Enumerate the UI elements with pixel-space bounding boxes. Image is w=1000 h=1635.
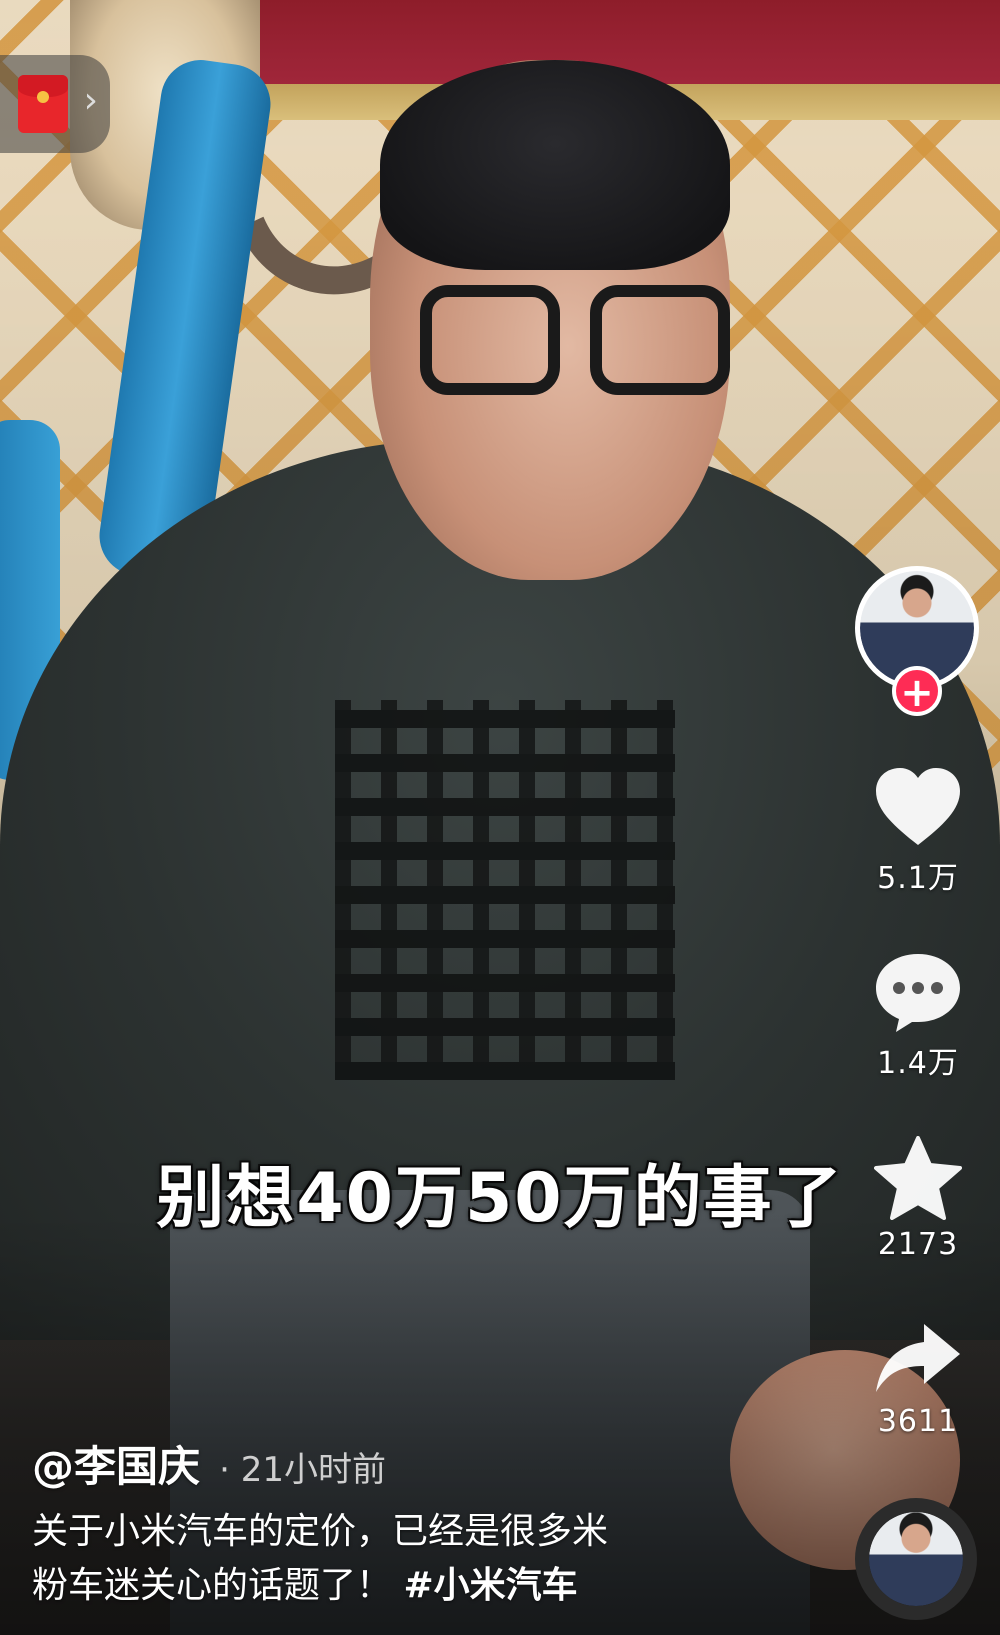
person-hair [380, 60, 730, 270]
glasses [420, 285, 740, 405]
share-arrow-icon [876, 1324, 960, 1392]
time-separator: · [219, 1450, 230, 1490]
chevron-right-icon: › [83, 80, 98, 121]
favorite-count: 2173 [877, 1227, 959, 1262]
author-handle[interactable]: @李国庆 [32, 1442, 200, 1491]
sweater-pattern [335, 700, 675, 1080]
description-line: 关于小米汽车的定价，已经是很多米 [32, 1511, 609, 1552]
author-info: @李国庆 · 21小时前 [32, 1433, 386, 1494]
video-subtitle: 别想40万50万的事了 [156, 1159, 844, 1238]
follow-button[interactable]: + [892, 666, 942, 716]
share-button[interactable]: 3611 [868, 1320, 968, 1439]
star-icon [874, 1136, 962, 1220]
comment-button[interactable]: 1.4万 [868, 950, 968, 1082]
like-count: 5.1万 [877, 861, 959, 896]
comment-icon [876, 954, 960, 1032]
favorite-button[interactable]: 2173 [868, 1135, 968, 1262]
hashtag-link[interactable]: #小米汽车 [403, 1565, 577, 1606]
share-count: 3611 [877, 1404, 959, 1439]
like-button[interactable]: 5.1万 [868, 765, 968, 897]
post-time: · 21小时前 [219, 1450, 386, 1490]
music-disc[interactable] [855, 1498, 977, 1620]
heart-icon [876, 768, 960, 845]
video-player[interactable]: › 别想40万50万的事了 + 5.1万 1.4万 2173 3611 @李国庆… [0, 0, 1000, 1635]
time-ago-text: 21小时前 [240, 1450, 386, 1490]
red-envelope-icon [18, 75, 68, 133]
description-text: 粉车迷关心的话题了！ [32, 1565, 393, 1606]
comment-count: 1.4万 [877, 1046, 959, 1081]
red-envelope-button[interactable]: › [0, 55, 110, 153]
music-cover-image [869, 1512, 963, 1606]
video-description[interactable]: 关于小米汽车的定价，已经是很多米 粉车迷关心的话题了！ #小米汽车 [32, 1505, 722, 1613]
description-line: 粉车迷关心的话题了！ #小米汽车 [32, 1559, 722, 1613]
